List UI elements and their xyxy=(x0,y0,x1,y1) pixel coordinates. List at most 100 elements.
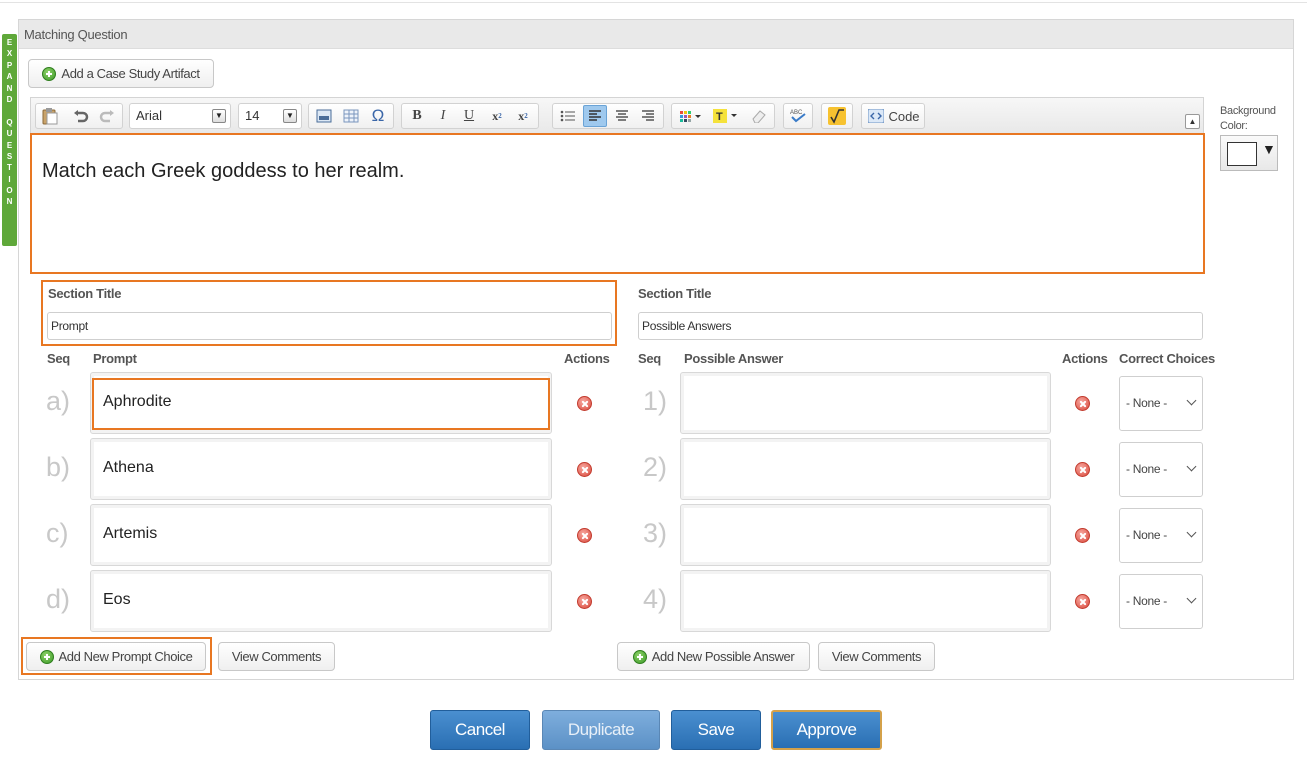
paste-icon[interactable] xyxy=(39,104,61,128)
background-color-label: Background Color: xyxy=(1220,105,1276,132)
bold-icon[interactable]: B xyxy=(406,104,428,128)
save-button[interactable]: Save xyxy=(671,710,761,750)
font-size-value: 14 xyxy=(245,108,260,123)
correct-choice-select[interactable]: - None - xyxy=(1119,442,1203,497)
delete-icon[interactable] xyxy=(577,462,592,477)
redo-icon[interactable] xyxy=(96,104,118,128)
prompt-seq-header: Seq xyxy=(47,351,70,366)
view-comments-button[interactable]: View Comments xyxy=(218,642,335,671)
prompt-choice-text: Eos xyxy=(103,591,131,608)
expand-tab-letter: E xyxy=(6,38,13,47)
background-color-picker[interactable]: ▼ xyxy=(1220,135,1278,171)
undo-icon[interactable] xyxy=(70,104,92,128)
answer-seq-label: 1) xyxy=(643,386,668,416)
math-equation-icon[interactable] xyxy=(826,104,848,128)
expand-tab-letter: N xyxy=(6,197,13,207)
view-comments-label: View Comments xyxy=(231,649,322,664)
svg-text:ABC: ABC xyxy=(790,110,803,116)
expand-question-tab[interactable]: E X P A N D Q U E S T I O N xyxy=(2,34,17,246)
color-grid-icon[interactable] xyxy=(676,104,706,128)
prompt-seq-label: d) xyxy=(46,584,71,614)
cancel-button[interactable]: Cancel xyxy=(430,710,530,750)
add-case-study-artifact-button[interactable]: Add a Case Study Artifact xyxy=(28,59,214,88)
delete-icon[interactable] xyxy=(1075,594,1090,609)
panel-title: Matching Question xyxy=(19,20,1293,49)
delete-icon[interactable] xyxy=(577,594,592,609)
dropdown-arrow-icon: ▼ xyxy=(212,109,226,123)
expand-tab-letter xyxy=(2,105,17,116)
question-editor[interactable]: Match each Greek goddess to her realm. xyxy=(30,133,1205,274)
table-icon[interactable] xyxy=(340,104,362,128)
spellcheck-icon[interactable]: ABC xyxy=(787,104,809,128)
view-comments-button[interactable]: View Comments xyxy=(818,642,935,671)
possible-answer-field[interactable] xyxy=(680,504,1051,566)
approve-button[interactable]: Approve xyxy=(771,710,882,750)
approve-label: Approve xyxy=(796,720,857,739)
text-color-icon[interactable]: T xyxy=(710,104,742,128)
answer-actions-header: Actions xyxy=(1062,351,1108,366)
delete-icon[interactable] xyxy=(1075,396,1090,411)
italic-icon[interactable]: I xyxy=(432,104,454,128)
possible-answer-field[interactable] xyxy=(680,570,1051,632)
expand-tab-letter: N xyxy=(6,83,13,93)
cancel-label: Cancel xyxy=(455,720,505,739)
spellcheck-group: ABC xyxy=(783,103,813,129)
correct-choice-select[interactable]: - None - xyxy=(1119,376,1203,431)
prompt-choice-field[interactable] xyxy=(90,570,552,632)
expand-tab-letter: A xyxy=(6,72,13,82)
add-new-prompt-choice-button[interactable]: Add New Prompt Choice xyxy=(26,642,206,671)
font-family-select[interactable]: Arial ▼ xyxy=(129,103,231,129)
delete-icon[interactable] xyxy=(1075,528,1090,543)
paragraph-group xyxy=(552,103,664,129)
add-answer-label: Add New Possible Answer xyxy=(651,649,795,664)
save-label: Save xyxy=(697,720,735,739)
toolbar-collapse-icon[interactable]: ▲ xyxy=(1185,114,1200,129)
underline-icon[interactable]: U xyxy=(458,104,480,128)
code-group: Code xyxy=(861,103,925,129)
answer-section-title-input[interactable]: Possible Answers xyxy=(638,312,1203,340)
image-icon[interactable] xyxy=(313,104,335,128)
correct-choice-value: - None - xyxy=(1126,594,1167,608)
dropdown-arrow-icon: ▼ xyxy=(1262,141,1276,157)
bullet-list-icon[interactable] xyxy=(557,104,579,128)
special-character-icon[interactable]: Ω xyxy=(367,104,389,128)
correct-choices-header: Correct Choices xyxy=(1119,351,1215,366)
correct-choice-select[interactable]: - None - xyxy=(1119,574,1203,629)
chevron-down-icon xyxy=(1186,593,1197,604)
prompt-seq-label: a) xyxy=(46,386,71,416)
delete-icon[interactable] xyxy=(1075,462,1090,477)
duplicate-button[interactable]: Duplicate xyxy=(542,710,660,750)
prompt-choice-text: Aphrodite xyxy=(103,393,172,410)
answer-seq-label: 2) xyxy=(643,452,668,482)
possible-answer-field[interactable] xyxy=(680,438,1051,500)
possible-answer-field[interactable] xyxy=(680,372,1051,434)
code-label: Code xyxy=(888,108,920,124)
answer-seq-label: 4) xyxy=(643,584,668,614)
delete-icon[interactable] xyxy=(577,396,592,411)
add-circle-icon xyxy=(42,66,57,81)
correct-choice-select[interactable]: - None - xyxy=(1119,508,1203,563)
prompt-choice-field[interactable] xyxy=(90,504,552,566)
align-center-icon[interactable] xyxy=(611,104,633,128)
delete-icon[interactable] xyxy=(577,528,592,543)
prompt-actions-header: Actions xyxy=(564,351,610,366)
subscript-icon[interactable]: x2 xyxy=(486,104,508,128)
answer-column-header: Possible Answer xyxy=(684,351,784,366)
add-new-possible-answer-button[interactable]: Add New Possible Answer xyxy=(617,642,810,671)
expand-tab-letter: P xyxy=(6,60,13,70)
font-size-select[interactable]: 14 ▼ xyxy=(238,103,302,129)
prompt-choice-field[interactable] xyxy=(90,438,552,500)
align-right-icon[interactable] xyxy=(637,104,659,128)
prompt-seq-label: b) xyxy=(46,452,71,482)
superscript-icon[interactable]: x2 xyxy=(512,104,534,128)
insert-group: Ω xyxy=(308,103,394,129)
view-comments-label: View Comments xyxy=(831,649,922,664)
answer-seq-label: 3) xyxy=(643,518,668,548)
align-left-icon[interactable] xyxy=(583,105,607,127)
add-artifact-label: Add a Case Study Artifact xyxy=(61,66,200,81)
answer-section-title-label: Section Title xyxy=(638,286,712,301)
eraser-icon[interactable] xyxy=(746,104,770,128)
code-button[interactable]: Code xyxy=(866,104,922,128)
correct-choice-value: - None - xyxy=(1126,528,1167,542)
prompt-section-title-input[interactable]: Prompt xyxy=(47,312,612,340)
